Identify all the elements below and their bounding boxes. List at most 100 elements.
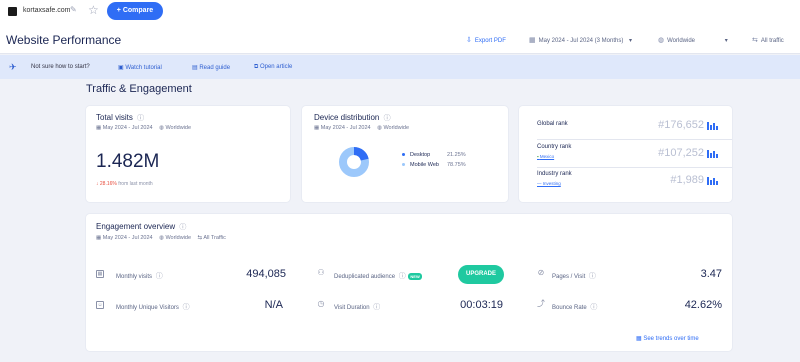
traffic-label: All traffic: [760, 38, 784, 44]
watch-tutorial-label: Watch tutorial: [125, 65, 162, 71]
region-select[interactable]: ◍ Worldwide ▾: [658, 36, 728, 44]
engagement-overview-card: Engagement overview ⓘ ▦ May 2024 - Jul 2…: [86, 214, 732, 351]
calendar-icon: ▦: [96, 125, 103, 131]
legend-mobile: Mobile Web 78.75%: [402, 162, 466, 168]
unique-visitors-value: N/A: [264, 299, 283, 311]
clock-icon: ◷: [317, 299, 325, 308]
device-distribution-title: Device distribution ⓘ: [314, 113, 391, 123]
mobile-label: Mobile Web: [410, 162, 439, 168]
total-visits-title: Total visits ⓘ: [96, 113, 144, 123]
country-rank-link[interactable]: ▪ Mexico: [537, 154, 554, 159]
total-visits-title-text: Total visits: [96, 113, 133, 122]
ranks-card: Global rank #176,652 Country rank ▪ Mexi…: [519, 106, 732, 202]
global-rank-value: #176,652: [658, 119, 704, 131]
export-label: Export PDF: [474, 38, 506, 44]
calendar-icon: ▦: [96, 270, 104, 278]
dedup-audience-label: Deduplicated audience ⓘ NEW: [334, 271, 422, 281]
star-icon[interactable]: ☆: [88, 3, 99, 17]
pages-visit-label: Pages / Visit ⓘ: [552, 271, 596, 281]
info-icon[interactable]: ⓘ: [590, 304, 597, 311]
device-donut-chart: [339, 147, 369, 177]
bounce-rate-label-text: Bounce Rate: [552, 305, 587, 311]
engagement-region: Worldwide: [165, 235, 192, 241]
monthly-visits-value: 494,085: [246, 268, 286, 280]
info-icon[interactable]: ⓘ: [137, 115, 144, 122]
change-suffix: from last month: [118, 181, 153, 187]
help-banner: ✈ Not sure how to start? ▣ Watch tutoria…: [0, 55, 800, 79]
divider: [537, 139, 732, 140]
total-visits-change: ↓ 28.16% from last month: [96, 181, 153, 187]
pages-visit-label-text: Pages / Visit: [552, 274, 586, 280]
info-icon[interactable]: ⓘ: [399, 273, 406, 280]
plus-icon: +: [116, 7, 121, 14]
open-article-link[interactable]: ⧉ Open article: [254, 64, 292, 71]
engagement-traffic: All Traffic: [203, 235, 226, 241]
compare-button[interactable]: + Compare: [107, 2, 163, 20]
bar-chart-icon: [707, 150, 719, 158]
info-icon[interactable]: ⓘ: [373, 304, 380, 311]
read-guide-link[interactable]: ▤ Read guide: [192, 64, 230, 71]
country-rank-label: Country rank: [537, 144, 572, 150]
top-bar: kortaxsafe.com ✎ ☆ + Compare: [0, 0, 800, 26]
total-visits-value: 1.482M: [96, 151, 160, 172]
industry-rank-link[interactable]: — Investing: [537, 181, 561, 186]
pencil-icon[interactable]: ✎: [70, 5, 77, 14]
traffic-icon: ⇆: [752, 37, 758, 44]
page-header: Website Performance ⇩ Export PDF ▦ May 202…: [0, 26, 800, 54]
engagement-title-text: Engagement overview: [96, 222, 176, 231]
unique-visitors-label-text: Monthly Unique Visitors: [116, 305, 179, 311]
users-icon: ⚇: [317, 268, 325, 277]
dedup-audience-label-text: Deduplicated audience: [334, 274, 396, 280]
date-range-select[interactable]: ▦ May 2024 - Jul 2024 (3 Months) ▾: [529, 36, 632, 44]
visit-duration-value: 00:03:19: [460, 299, 503, 311]
domain-name[interactable]: kortaxsafe.com: [23, 7, 70, 14]
calendar-icon: ▦: [529, 37, 536, 44]
global-rank-label: Global rank: [537, 121, 568, 127]
see-trends-link[interactable]: ▦ See trends over time: [636, 335, 699, 342]
total-visits-region: Worldwide: [165, 125, 192, 131]
see-trends-label: See trends over time: [643, 336, 699, 342]
globe-icon: ◍: [658, 37, 665, 44]
site-favicon: [8, 7, 17, 16]
bounce-rate-label: Bounce Rate ⓘ: [552, 302, 597, 312]
country-rank-value: #107,252: [658, 147, 704, 159]
export-pdf-button[interactable]: ⇩ Export PDF: [466, 36, 506, 44]
info-icon[interactable]: ⓘ: [384, 115, 391, 122]
upgrade-button[interactable]: UPGRADE: [458, 265, 504, 284]
device-distribution-card: Device distribution ⓘ ▦ May 2024 - Jul 2…: [302, 106, 508, 202]
banner-question: Not sure how to start?: [31, 64, 90, 70]
open-article-label: Open article: [259, 64, 293, 70]
device-region: Worldwide: [383, 125, 410, 131]
info-icon[interactable]: ⓘ: [589, 273, 596, 280]
region-label: Worldwide: [667, 38, 696, 44]
watch-tutorial-link[interactable]: ▣ Watch tutorial: [118, 64, 162, 71]
bar-chart-icon: [707, 177, 719, 185]
download-icon: ⇩: [466, 37, 472, 44]
mobile-pct: 78.75%: [447, 162, 466, 168]
total-visits-subtitle: ▦ May 2024 - Jul 2024 ◍ Worldwide: [96, 125, 191, 131]
info-icon[interactable]: ⓘ: [179, 224, 186, 231]
desktop-pct: 21.25%: [447, 152, 466, 158]
bounce-rate-value: 42.62%: [684, 299, 722, 311]
industry-rank-label: Industry rank: [537, 171, 572, 177]
bar-chart-icon: [707, 122, 719, 130]
change-value: ↓ 28.16%: [96, 181, 117, 187]
new-badge: NEW: [408, 272, 422, 280]
page-title: Website Performance: [6, 33, 122, 47]
monthly-visits-label-text: Monthly visits: [116, 274, 153, 280]
info-icon[interactable]: ⓘ: [156, 273, 163, 280]
compare-label: Compare: [122, 7, 154, 14]
traffic-select[interactable]: ⇆ All traffic: [752, 36, 784, 44]
pages-visit-value: 3.47: [700, 268, 722, 280]
info-icon[interactable]: ⓘ: [183, 304, 190, 311]
engagement-title: Engagement overview ⓘ: [96, 222, 186, 232]
divider: [537, 167, 732, 168]
visit-duration-label: Visit Duration ⓘ: [334, 302, 380, 312]
monthly-visits-label: Monthly visits ⓘ: [116, 271, 163, 281]
engagement-subtitle: ▦ May 2024 - Jul 2024 ◍ Worldwide ⇆ All …: [96, 235, 226, 241]
read-guide-label: Read guide: [199, 65, 231, 71]
device-date: May 2024 - Jul 2024: [320, 125, 371, 131]
mobile-dot: [402, 163, 405, 167]
device-distribution-subtitle: ▦ May 2024 - Jul 2024 ◍ Worldwide: [314, 125, 409, 131]
total-visits-card: Total visits ⓘ ▦ May 2024 - Jul 2024 ◍ W…: [86, 106, 290, 202]
